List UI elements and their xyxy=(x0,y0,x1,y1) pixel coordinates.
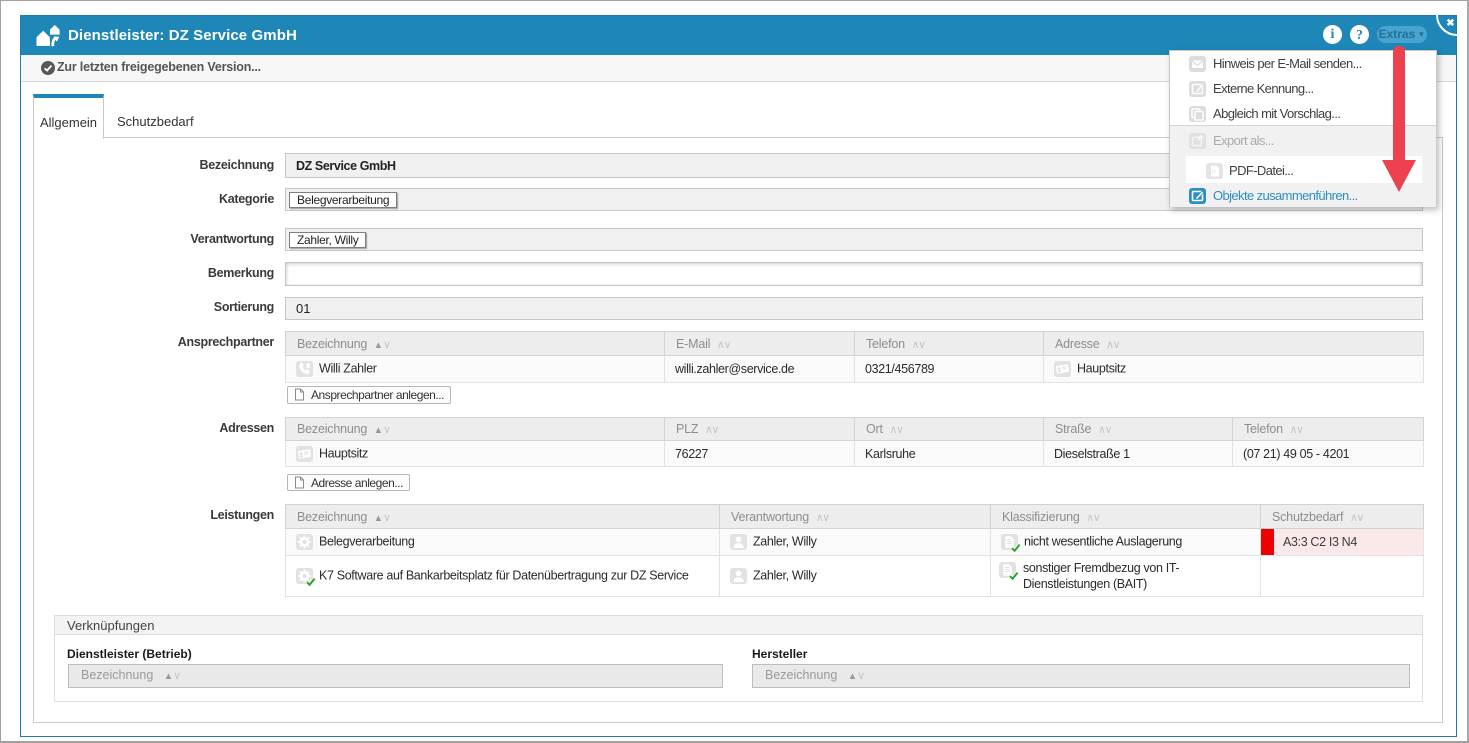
svg-text:P: P xyxy=(1212,170,1216,176)
